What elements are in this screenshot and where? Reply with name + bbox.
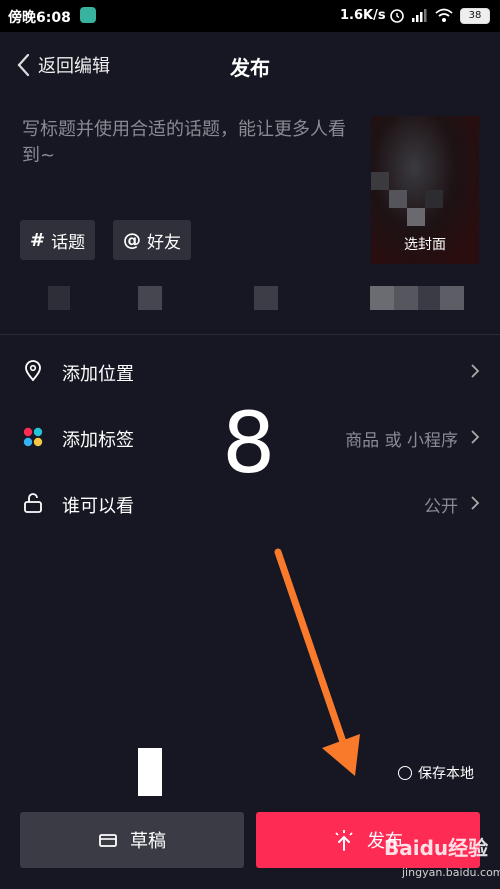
radio-circle-icon [398, 766, 412, 780]
redaction-block [138, 748, 162, 796]
save-local-label: 保存本地 [418, 766, 474, 782]
upload-sparkle-icon [335, 830, 353, 851]
watermark-brand: Baidu经验 [384, 836, 489, 860]
draft-button[interactable]: 草稿 [20, 812, 244, 868]
annotation-arrow-icon [274, 548, 360, 776]
draft-box-icon [99, 834, 117, 847]
watermark-url: jingyan.baidu.com [402, 866, 500, 879]
draft-label: 草稿 [130, 831, 166, 852]
save-local-toggle[interactable]: 保存本地 [398, 763, 474, 783]
